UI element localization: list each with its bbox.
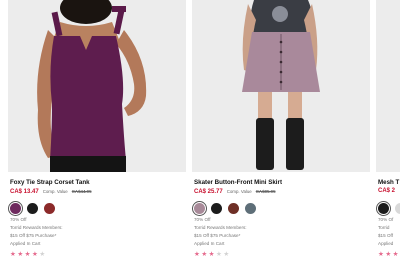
color-swatches [10,201,186,215]
star-icon: ★ [194,251,200,258]
sale-price: CA$ 25.77 [194,189,223,195]
color-swatch[interactable] [378,202,389,214]
promo-discount: 70% Off [10,217,27,222]
star-rating[interactable]: ★★★★★ [10,251,186,258]
color-swatches [378,201,400,215]
star-icon: ★ [223,251,230,258]
color-swatch[interactable] [10,202,21,214]
product-card[interactable]: Skater Button-Front Mini Skirt CA$ 25.77… [192,0,370,272]
color-swatches [194,201,370,215]
price-row: CA$ 2 [378,187,400,196]
color-swatch[interactable] [27,202,38,214]
color-swatch[interactable] [44,202,55,214]
promo-rewards: Torrid Rewards Members: [10,225,63,230]
product-image[interactable] [8,0,186,172]
promo-text: 70% Off Torrid Rewards Members: $15 Off … [10,216,186,248]
star-icon: ★ [215,251,222,258]
star-rating[interactable]: ★★★★★ [194,251,370,258]
promo-offer: $15 Off [378,233,393,238]
star-icon: ★ [392,251,399,258]
comp-value: CA$44.95 [71,189,92,194]
promo-offer: $15 Off $75 Purchase* [10,233,57,238]
star-icon: ★ [201,251,208,258]
product-image[interactable] [376,0,400,172]
star-icon: ★ [17,251,24,258]
promo-discount: 70% Off [194,217,211,222]
color-swatch[interactable] [211,202,222,214]
star-icon: ★ [39,251,46,258]
promo-offer: $15 Off $75 Purchase* [194,233,241,238]
comp-value-label: Comp. Value [42,189,68,194]
color-swatch[interactable] [245,202,256,214]
promo-text: 70% Of Torrid $15 Off Applied [378,216,400,248]
color-swatch[interactable] [194,202,205,214]
sale-price: CA$ 2 [378,188,396,194]
color-swatch[interactable] [395,202,400,214]
product-title[interactable]: Foxy Tie Strap Corset Tank [10,178,186,187]
product-title[interactable]: Skater Button-Front Mini Skirt [194,178,370,187]
star-icon: ★ [208,251,215,258]
promo-rewards: Torrid Rewards Members: [194,225,247,230]
product-card[interactable]: Foxy Tie Strap Corset Tank CA$ 13.47 Com… [8,0,186,272]
promo-text: 70% Off Torrid Rewards Members: $15 Off … [194,216,370,248]
price-row: CA$ 13.47 Comp. Value CA$44.95 [10,187,186,196]
star-icon: ★ [31,251,38,258]
star-icon: ★ [378,251,384,258]
product-card[interactable]: Mesh T CA$ 2 70% Of Torrid $15 Off Appli… [376,0,400,272]
promo-applied: Applied In Cart [10,241,41,246]
color-swatch[interactable] [228,202,239,214]
star-icon: ★ [10,251,16,258]
comp-value-label: Comp. Value [226,189,252,194]
promo-discount: 70% Of [378,217,394,222]
product-image[interactable] [192,0,370,172]
promo-applied: Applied [378,241,394,246]
star-icon: ★ [24,251,31,258]
price-row: CA$ 25.77 Comp. Value CA$85.95 [194,187,370,196]
product-grid: Foxy Tie Strap Corset Tank CA$ 13.47 Com… [0,0,400,272]
star-icon: ★ [385,251,392,258]
promo-rewards: Torrid [378,225,390,230]
star-rating[interactable]: ★★★★★ [378,251,400,258]
comp-value: CA$85.95 [255,189,276,194]
promo-applied: Applied In Cart [194,241,225,246]
sale-price: CA$ 13.47 [10,189,39,195]
product-title[interactable]: Mesh T [378,178,400,187]
